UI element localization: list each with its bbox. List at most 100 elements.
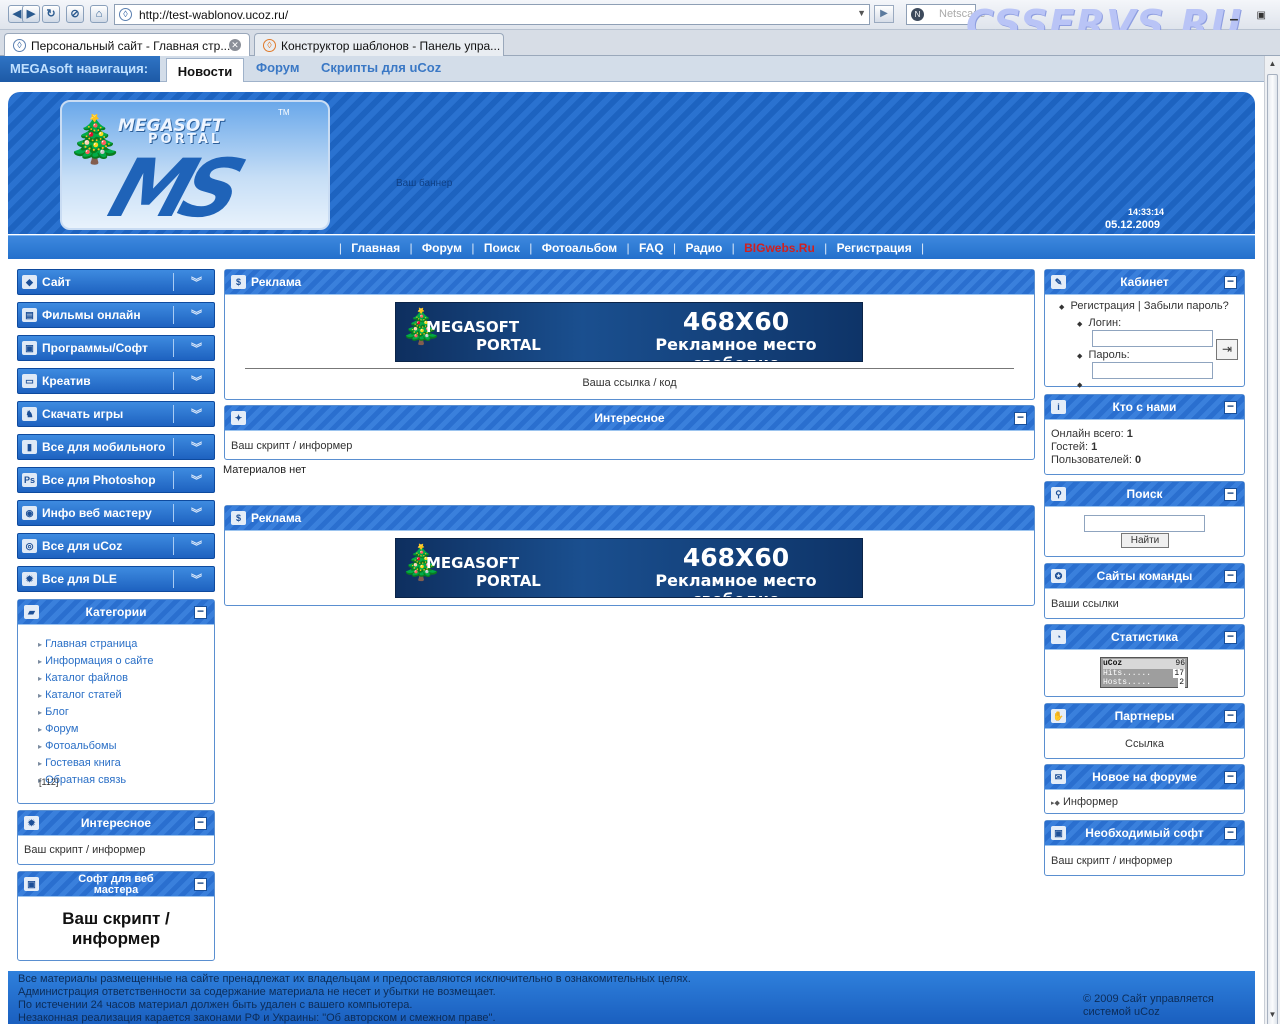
collapse-icon[interactable]: − bbox=[1224, 770, 1237, 784]
ucoz-nav-tab-news[interactable]: Новости bbox=[166, 58, 244, 82]
menu-item-home[interactable]: Главная bbox=[351, 241, 400, 255]
login-label: ◆ Логин: bbox=[1077, 317, 1122, 329]
forum-news-panel: ✉ Новое на форуме − ▸◆ Информер bbox=[1044, 764, 1245, 814]
menu-item-radio[interactable]: Радио bbox=[685, 241, 722, 255]
address-url[interactable]: http://test-wablonov.ucoz.ru/ bbox=[139, 8, 288, 22]
collapse-icon[interactable]: − bbox=[1224, 275, 1237, 289]
ucoz-nav-link-scripts[interactable]: Скрипты для uCoz bbox=[321, 60, 441, 75]
category-item[interactable]: ▸ Каталог файлов bbox=[38, 670, 153, 687]
footer-ucoz-link[interactable]: системой uCoz bbox=[1083, 1006, 1160, 1018]
collapse-icon[interactable]: − bbox=[1224, 569, 1237, 583]
ad-link-text[interactable]: Ваша ссылка / код bbox=[225, 377, 1034, 389]
chevron-down-icon[interactable]: ︾ bbox=[191, 340, 202, 356]
search-engine-icon[interactable]: N bbox=[911, 8, 924, 21]
partners-link[interactable]: Ссылка bbox=[1045, 738, 1244, 750]
category-item[interactable]: ▸ Главная страница bbox=[38, 636, 153, 653]
menu-item-search[interactable]: Поиск bbox=[484, 241, 520, 255]
collapse-icon[interactable]: − bbox=[194, 877, 207, 891]
forward-icon[interactable]: ▶ bbox=[22, 5, 40, 23]
password-label: ◆ Пароль: bbox=[1077, 349, 1130, 361]
collapse-icon[interactable]: − bbox=[1224, 826, 1237, 840]
collapse-icon[interactable]: − bbox=[1224, 709, 1237, 723]
browser-tab-active[interactable]: ◊ Персональный сайт - Главная стр... ✕ bbox=[4, 33, 250, 56]
collapse-icon[interactable]: − bbox=[194, 816, 207, 830]
collapse-icon[interactable]: − bbox=[1014, 411, 1027, 425]
chevron-down-icon[interactable]: ︾ bbox=[191, 538, 202, 554]
menu-item-register[interactable]: Регистрация bbox=[837, 241, 912, 255]
site-search-input[interactable] bbox=[1084, 515, 1205, 532]
home-icon[interactable]: ⌂ bbox=[90, 5, 108, 23]
chevron-down-icon[interactable]: ︾ bbox=[191, 472, 202, 488]
chevron-down-icon[interactable]: ︾ bbox=[191, 439, 202, 455]
categories-header: ▰ Категории − bbox=[18, 600, 214, 625]
ucoz-nav-link-forum[interactable]: Форум bbox=[256, 60, 299, 75]
close-tab-icon[interactable]: ✕ bbox=[229, 39, 241, 51]
menu-item-faq[interactable]: FAQ bbox=[639, 241, 664, 255]
scroll-down-icon[interactable]: ▼ bbox=[1267, 1010, 1278, 1022]
collapse-icon[interactable]: − bbox=[1224, 487, 1237, 501]
category-item[interactable]: ▸ Фотоальбомы bbox=[38, 738, 153, 755]
sidebar-item-photoshop[interactable]: Ps Все для Photoshop ︾ bbox=[17, 467, 215, 493]
collapse-icon[interactable]: − bbox=[1224, 400, 1237, 414]
register-link[interactable]: Регистрация bbox=[1071, 300, 1135, 312]
menu-separator: | bbox=[824, 241, 828, 255]
window-controls[interactable]: ▁ ▣ bbox=[1230, 10, 1266, 21]
bullet-arrow-icon: ▸ bbox=[38, 657, 43, 666]
globe-icon: ◉ bbox=[22, 506, 37, 520]
category-item[interactable]: ▸ Каталог статей bbox=[38, 687, 153, 704]
team-text[interactable]: Ваши ссылки bbox=[1051, 598, 1119, 610]
menu-item-bigwebs[interactable]: BIGwebs.Ru bbox=[744, 241, 815, 255]
online-total: Онлайн всего: 1 bbox=[1051, 428, 1133, 440]
login-submit-button[interactable]: ⇥ bbox=[1216, 339, 1238, 360]
password-input[interactable] bbox=[1092, 362, 1213, 379]
menu-item-forum[interactable]: Форум bbox=[422, 241, 462, 255]
reload-icon[interactable]: ↻ bbox=[42, 5, 60, 23]
search-submit-button[interactable]: Найти bbox=[1121, 533, 1169, 548]
address-bar[interactable]: ◊ http://test-wablonov.ucoz.ru/ ▼ bbox=[114, 4, 870, 25]
sidebar-item-software[interactable]: ▣ Программы/Софт ︾ bbox=[17, 335, 215, 361]
sidebar-item-label: Инфо веб мастеру bbox=[42, 506, 152, 520]
browser-tab[interactable]: ◊ Конструктор шаблонов - Панель упра... bbox=[254, 33, 504, 56]
address-dropdown-icon[interactable]: ▼ bbox=[857, 8, 866, 18]
sidebar-item-site[interactable]: ◆ Сайт ︾ bbox=[17, 269, 215, 295]
category-item[interactable]: ▸ Блог bbox=[38, 704, 153, 721]
sidebar-item-dle[interactable]: ✹ Все для DLE ︾ bbox=[17, 566, 215, 592]
scroll-up-icon[interactable]: ▲ bbox=[1267, 59, 1278, 71]
ad-banner[interactable]: 🎄 MEGASOFT PORTAL 468X60 Рекламное место… bbox=[395, 302, 863, 362]
category-item[interactable]: ▸ Форум bbox=[38, 721, 153, 738]
sidebar-item-webmaster[interactable]: ◉ Инфо веб мастеру ︾ bbox=[17, 500, 215, 526]
vertical-scrollbar[interactable]: ▲ ▼ bbox=[1264, 56, 1280, 1024]
forum-news-item[interactable]: ▸◆ Информер bbox=[1051, 796, 1118, 808]
category-item[interactable]: ▸ Гостевая книга bbox=[38, 755, 153, 772]
chevron-down-icon[interactable]: ︾ bbox=[191, 505, 202, 521]
menu-item-photoalbum[interactable]: Фотоальбом bbox=[542, 241, 617, 255]
collapse-icon[interactable]: − bbox=[1224, 630, 1237, 644]
center-interesting-text: Ваш скрипт / информер bbox=[231, 440, 353, 452]
category-item[interactable]: ▸ Информация о сайте bbox=[38, 653, 153, 670]
sidebar-item-mobile[interactable]: ▮ Все для мобильного ︾ bbox=[17, 434, 215, 460]
chevron-down-icon[interactable]: ︾ bbox=[191, 307, 202, 323]
forgot-password-link[interactable]: Забыли пароль? bbox=[1144, 300, 1229, 312]
chevron-down-icon[interactable]: ︾ bbox=[191, 406, 202, 422]
sidebar-item-creative[interactable]: ▭ Креатив ︾ bbox=[17, 368, 215, 394]
login-input[interactable] bbox=[1092, 330, 1213, 347]
stop-icon[interactable]: ⊘ bbox=[66, 5, 84, 23]
header-banner-text[interactable]: Ваш баннер bbox=[396, 178, 452, 189]
ad-banner-2[interactable]: 🎄 MEGASOFT PORTAL 468X60 Рекламное место… bbox=[395, 538, 863, 598]
chevron-down-icon[interactable]: ︾ bbox=[191, 571, 202, 587]
sidebar-item-ucoz[interactable]: ◎ Все для uCoz ︾ bbox=[17, 533, 215, 559]
scrollbar-thumb[interactable] bbox=[1267, 74, 1278, 1024]
site-logo[interactable]: 🎄 MEGASOFT PORTAL MS TM bbox=[60, 100, 330, 230]
money-icon: $ bbox=[231, 511, 246, 525]
sidebar-item-films[interactable]: ▤ Фильмы онлайн ︾ bbox=[17, 302, 215, 328]
ucoz-counter[interactable]: uCoz 96 Hits...... 17 Hosts..... 2 bbox=[1100, 657, 1188, 688]
webmaster-soft-panel: ▣ Софт для веб мастера − Ваш скрипт / ин… bbox=[17, 871, 215, 961]
go-button[interactable]: ▶ bbox=[874, 5, 894, 23]
sidebar-item-games[interactable]: ♞ Скачать игры ︾ bbox=[17, 401, 215, 427]
header-date: 05.12.2009 bbox=[1105, 219, 1161, 231]
chevron-down-icon[interactable]: ︾ bbox=[191, 274, 202, 290]
online-header: i Кто с нами − bbox=[1045, 395, 1244, 420]
menu-separator: | bbox=[409, 241, 413, 255]
chevron-down-icon[interactable]: ︾ bbox=[191, 373, 202, 389]
collapse-icon[interactable]: − bbox=[194, 605, 207, 619]
